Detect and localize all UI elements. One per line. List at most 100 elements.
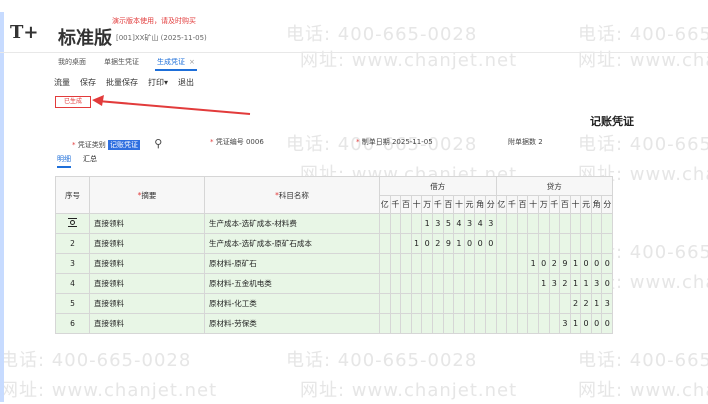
row-account[interactable]: 原材料-原矿石 [204,253,380,274]
credit-digit[interactable] [495,313,508,334]
credit-digit[interactable] [516,253,529,274]
credit-digit[interactable]: 1 [569,253,582,274]
row-account[interactable]: 生产成本-选矿成本-原矿石成本 [204,233,380,254]
credit-digit[interactable] [601,213,614,234]
debit-digit[interactable] [400,233,412,254]
debit-digit[interactable] [389,233,402,254]
debit-digit[interactable] [400,293,412,314]
row-summary[interactable]: 直接领料 [89,213,205,234]
debit-digit[interactable] [379,213,391,234]
credit-digit[interactable] [506,273,518,294]
credit-digit[interactable]: 0 [601,253,614,274]
tab-generate-voucher[interactable]: 生成凭证 × [155,56,197,71]
row-account[interactable]: 生产成本-选矿成本-材料费 [204,213,380,234]
credit-digit[interactable] [506,293,518,314]
debit-digit[interactable] [431,293,444,314]
debit-digit[interactable] [431,273,444,294]
debit-digit[interactable] [474,313,486,334]
debit-digit[interactable] [453,313,465,334]
row-summary[interactable]: 直接领料 [89,253,205,274]
debit-digit[interactable] [389,273,402,294]
credit-digit[interactable]: 1 [569,273,582,294]
debit-digit[interactable] [431,253,444,274]
credit-digit[interactable] [537,213,550,234]
credit-digit[interactable] [527,213,539,234]
save-button[interactable]: 保存 [80,77,96,88]
debit-digit[interactable] [484,313,497,334]
debit-digit[interactable] [463,293,476,314]
debit-digit[interactable] [410,273,423,294]
debit-digit[interactable] [400,313,412,334]
credit-digit[interactable]: 9 [559,253,571,274]
credit-digit[interactable] [580,233,592,254]
search-icon[interactable]: ⚲ [154,137,162,150]
credit-digit[interactable] [537,293,550,314]
debit-digit[interactable] [484,253,497,274]
debit-digit[interactable]: 0 [484,233,497,254]
voucher-type-input[interactable]: 记账凭证 [107,140,140,150]
debit-digit[interactable] [389,313,402,334]
credit-digit[interactable] [527,313,539,334]
debit-digit[interactable]: 5 [442,213,455,234]
debit-digit[interactable]: 0 [474,233,486,254]
credit-digit[interactable] [559,213,571,234]
credit-digit[interactable] [537,233,550,254]
table-row[interactable]: 2 直接领料 生产成本-选矿成本-原矿石成本 1 0 2 9 1 0 0 0 [55,233,614,254]
credit-digit[interactable] [516,313,529,334]
credit-digit[interactable] [506,213,518,234]
credit-digit[interactable]: 1 [590,293,603,314]
credit-digit[interactable]: 0 [580,313,592,334]
credit-digit[interactable] [506,313,518,334]
debit-digit[interactable] [463,273,476,294]
exit-button[interactable]: 退出 [178,77,194,88]
debit-digit[interactable] [379,293,391,314]
table-row[interactable]: 3 直接领料 原材料-原矿石 1 0 2 9 1 0 0 0 [55,253,614,274]
credit-digit[interactable] [559,293,571,314]
credit-digit[interactable] [527,293,539,314]
credit-digit[interactable] [537,313,550,334]
debit-digit[interactable]: 3 [463,213,476,234]
credit-digit[interactable] [495,293,508,314]
debit-digit[interactable] [389,293,402,314]
flow-button[interactable]: 流量 [54,77,70,88]
credit-digit[interactable] [495,233,508,254]
credit-digit[interactable] [516,213,529,234]
debit-digit[interactable] [379,313,391,334]
debit-digit[interactable]: 3 [484,213,497,234]
row-marker-icon[interactable] [68,218,77,227]
debit-digit[interactable] [389,253,402,274]
debit-digit[interactable] [474,293,486,314]
credit-digit[interactable] [580,213,592,234]
credit-digit[interactable]: 2 [559,273,571,294]
debit-digit[interactable] [421,273,433,294]
credit-digit[interactable]: 0 [590,253,603,274]
tab-desktop[interactable]: 我的桌面 [56,56,88,69]
row-account[interactable]: 原材料-化工类 [204,293,380,314]
credit-digit[interactable] [506,253,518,274]
credit-digit[interactable]: 3 [548,273,561,294]
row-account[interactable]: 原材料-劳保类 [204,313,380,334]
credit-digit[interactable] [506,233,518,254]
credit-digit[interactable] [527,273,539,294]
debit-digit[interactable] [463,313,476,334]
table-row[interactable]: 直接领料 生产成本-选矿成本-材料费 1 3 5 4 3 4 3 [55,213,614,234]
tab-detail[interactable]: 明细 [57,154,71,168]
credit-digit[interactable]: 1 [537,273,550,294]
debit-digit[interactable] [410,253,423,274]
debit-digit[interactable] [389,213,402,234]
credit-digit[interactable] [569,213,582,234]
debit-digit[interactable] [421,253,433,274]
credit-digit[interactable] [516,233,529,254]
credit-digit[interactable]: 0 [537,253,550,274]
debit-digit[interactable] [453,273,465,294]
debit-digit[interactable]: 4 [474,213,486,234]
credit-digit[interactable]: 1 [569,313,582,334]
debit-digit[interactable] [410,213,423,234]
close-icon[interactable]: × [189,58,195,66]
credit-digit[interactable]: 2 [548,253,561,274]
tab-summary[interactable]: 汇总 [83,154,97,168]
debit-digit[interactable] [442,293,455,314]
debit-digit[interactable] [484,273,497,294]
debit-digit[interactable] [400,213,412,234]
voucher-number-input[interactable]: 0006 [246,138,264,146]
